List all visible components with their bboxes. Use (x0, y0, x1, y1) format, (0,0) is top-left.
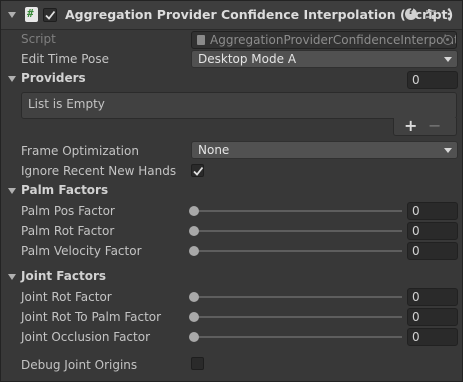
object-picker-icon (443, 35, 453, 45)
script-object-field: AggregationProviderConfidenceInterpolat (191, 31, 457, 49)
joint-occlusion-factor-field[interactable]: 0 (407, 328, 458, 346)
edit-time-pose-label: Edit Time Pose (21, 52, 110, 66)
component-enable-checkbox[interactable] (43, 8, 57, 22)
ignore-recent-new-hands-checkbox[interactable] (191, 164, 204, 177)
debug-joint-origins-label: Debug Joint Origins (21, 358, 138, 372)
palm-factors-foldout-icon[interactable] (8, 188, 16, 194)
component-title: Aggregation Provider Confidence Interpol… (65, 7, 454, 22)
joint-occlusion-factor-slider-thumb[interactable] (189, 332, 199, 342)
palm-pos-factor-field[interactable]: 0 (407, 202, 458, 220)
list-empty-text: List is Empty (28, 97, 105, 111)
providers-header[interactable]: Providers (21, 71, 86, 85)
palm-pos-factor-slider-thumb[interactable] (189, 206, 199, 216)
providers-foldout-icon[interactable] (8, 76, 16, 82)
palm-rot-factor-field[interactable]: 0 (407, 222, 458, 240)
add-element-button[interactable]: + (404, 116, 417, 135)
providers-count-field[interactable]: 0 (407, 71, 458, 89)
palm-pos-factor-track[interactable] (194, 210, 402, 212)
foldout-arrow-icon[interactable] (8, 12, 16, 18)
providers-list-box: List is Empty (21, 92, 457, 119)
ignore-recent-new-hands-label: Ignore Recent New Hands (21, 164, 177, 178)
script-label: Script (21, 32, 56, 46)
palm-velocity-factor-field[interactable]: 0 (407, 242, 458, 260)
dropdown-arrow-icon (444, 57, 452, 62)
presets-icon[interactable] (425, 8, 437, 20)
palm-velocity-factor-label: Palm Velocity Factor (21, 244, 142, 258)
inspector-panel: # Aggregation Provider Confidence Interp… (0, 0, 463, 382)
joint-rot-to-palm-factor-label: Joint Rot To Palm Factor (21, 310, 162, 324)
frame-optimization-label: Frame Optimization (21, 144, 139, 158)
joint-rot-factor-slider-thumb[interactable] (189, 292, 199, 302)
palm-pos-factor-label: Palm Pos Factor (21, 204, 115, 218)
joint-rot-factor-label: Joint Rot Factor (21, 290, 112, 304)
checkmark-icon (193, 166, 204, 176)
edit-time-pose-dropdown[interactable]: Desktop Mode A (191, 50, 458, 68)
joint-rot-to-palm-factor-field[interactable]: 0 (407, 308, 458, 326)
joint-rot-to-palm-factor-slider-thumb[interactable] (189, 312, 199, 322)
joint-rot-to-palm-factor-track[interactable] (194, 316, 402, 318)
dropdown-arrow-icon (444, 148, 452, 153)
script-icon: # (25, 7, 38, 22)
script-object-value: AggregationProviderConfidenceInterpolat (210, 33, 457, 47)
joint-occlusion-factor-label: Joint Occlusion Factor (21, 330, 150, 344)
frame-optimization-dropdown[interactable]: None (191, 141, 458, 159)
kebab-menu-icon[interactable] (447, 8, 451, 20)
frame-optimization-value: None (198, 143, 230, 157)
palm-velocity-factor-slider-thumb[interactable] (189, 246, 199, 256)
palm-rot-factor-label: Palm Rot Factor (21, 224, 115, 238)
joint-rot-factor-field[interactable]: 0 (407, 288, 458, 306)
palm-rot-factor-track[interactable] (194, 230, 402, 232)
component-header[interactable]: # Aggregation Provider Confidence Interp… (1, 1, 462, 30)
palm-rot-factor-slider-thumb[interactable] (189, 226, 199, 236)
checkmark-icon (45, 10, 56, 20)
joint-factors-foldout-icon[interactable] (8, 274, 16, 280)
providers-footer: + − (393, 116, 457, 136)
remove-element-button[interactable]: − (428, 116, 441, 135)
palm-velocity-factor-track[interactable] (194, 250, 402, 252)
debug-joint-origins-checkbox[interactable] (191, 357, 204, 370)
help-icon[interactable]: ? (405, 6, 417, 20)
joint-factors-header[interactable]: Joint Factors (21, 269, 106, 283)
edit-time-pose-value: Desktop Mode A (198, 52, 297, 66)
joint-occlusion-factor-track[interactable] (194, 336, 402, 338)
script-file-icon (197, 35, 205, 45)
palm-factors-header[interactable]: Palm Factors (21, 183, 108, 197)
joint-rot-factor-track[interactable] (194, 296, 402, 298)
